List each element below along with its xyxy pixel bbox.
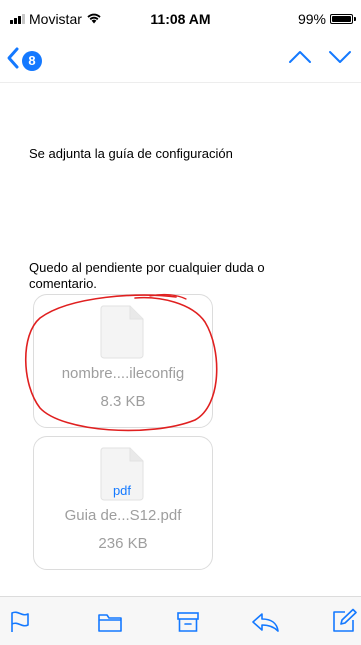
compose-button[interactable] — [331, 608, 357, 639]
archive-icon — [177, 612, 199, 632]
flag-button[interactable] — [10, 611, 30, 638]
previous-message-button[interactable] — [287, 48, 313, 71]
move-to-folder-button[interactable] — [97, 611, 123, 638]
status-bar: Movistar 11:08 AM 99% — [0, 0, 361, 38]
navigation-bar: 8 — [0, 38, 361, 82]
next-message-button[interactable] — [327, 48, 353, 71]
mail-message-screen: Movistar 11:08 AM 99% 8 Se adjunta la gu… — [0, 0, 361, 645]
chevron-up-icon — [289, 51, 311, 63]
chevron-left-icon — [6, 46, 20, 75]
message-body-line: Se adjunta la guía de configuración — [29, 146, 233, 161]
status-right: 99% — [297, 11, 356, 27]
message-navigation — [287, 48, 353, 71]
message-body-line: Quedo al pendiente por cualquier duda o — [29, 260, 265, 275]
unread-count-badge: 8 — [22, 50, 42, 71]
folder-icon — [98, 614, 122, 632]
attachment-name: nombre....ileconfig — [61, 365, 185, 382]
document-icon — [100, 305, 144, 364]
archive-button[interactable] — [176, 611, 200, 638]
battery-percent: 99% — [297, 11, 326, 27]
file-type-label: pdf — [112, 483, 132, 498]
pdf-document-icon: pdf — [100, 447, 144, 506]
reply-icon — [252, 613, 279, 632]
attachment-name: Guia de...S12.pdf — [64, 507, 182, 524]
attachment-size: 8.3 KB — [100, 393, 146, 410]
battery-icon — [330, 14, 356, 24]
attachment-card[interactable]: pdf Guia de...S12.pdf 236 KB — [33, 436, 213, 570]
reply-button[interactable] — [250, 611, 280, 638]
nav-divider — [0, 82, 361, 83]
back-button[interactable]: 8 — [6, 46, 42, 75]
attachment-card[interactable]: nombre....ileconfig 8.3 KB — [33, 294, 213, 428]
bottom-toolbar — [0, 597, 361, 645]
chevron-down-icon — [329, 51, 351, 63]
attachment-size: 236 KB — [98, 535, 148, 552]
message-body-line: comentario. — [29, 276, 97, 291]
compose-icon — [333, 608, 357, 632]
flag-icon — [11, 611, 29, 632]
